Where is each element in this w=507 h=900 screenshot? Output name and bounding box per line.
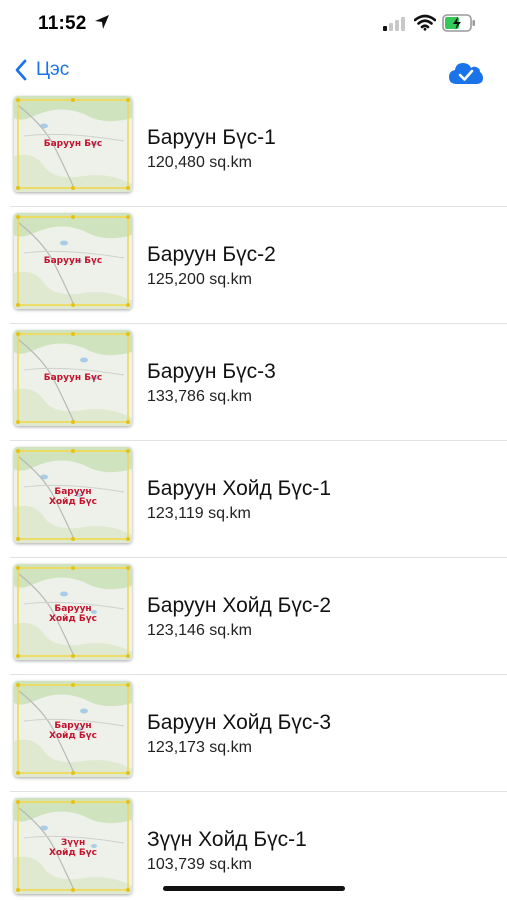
list-item[interactable]: Баруун Бүс Баруун Бүс-3 133,786 sq.km [10,324,507,441]
map-thumbnail: Баруун Бүс [14,96,132,192]
item-area: 123,119 sq.km [147,504,251,522]
item-area: 103,739 sq.km [147,856,252,873]
item-title: Зүүн Хойд Бүс-1 [147,828,307,851]
map-thumbnail: Баруун Хойд Бүс [14,447,132,543]
map-region-label: Баруун Бүс [43,256,103,266]
cellular-signal-icon [383,17,405,31]
map-thumbnail: Баруун Хойд Бүс [14,564,132,660]
status-time: 11:52 [38,13,87,34]
map-region-label: Баруун Бүс [43,139,103,149]
home-indicator [163,886,345,891]
list-item[interactable]: Зүүн Хойд Бүс Зүүн Хойд Бүс-1 103,739 sq.… [10,792,507,900]
map-thumbnail: Баруун Хойд Бүс [14,681,132,777]
list-item[interactable]: Баруун Хойд Бүс Баруун Хойд Бүс-1 123,119… [10,441,507,558]
battery-charging-icon [442,14,475,32]
list-item[interactable]: Баруун Хойд Бүс Баруун Хойд Бүс-2 123,146… [10,558,507,675]
item-title: Баруун Хойд Бүс-2 [147,593,332,617]
item-area: 123,173 sq.km [147,738,252,756]
list-item[interactable]: Баруун Хойд Бүс Баруун Хойд Бүс-3 123,173… [10,675,507,792]
list-item[interactable]: Баруун Бүс Баруун Бүс-2 125,200 sq.km [10,207,507,324]
navigation-bar: Цэс [0,50,507,90]
region-list: Баруун Бүс Баруун Бүс-1 120,480 sq.km Ба… [0,90,507,900]
list-item[interactable]: Баруун Бүс Баруун Бүс-1 120,480 sq.km [10,90,507,207]
map-region-label: Баруун Хойд Бүс [49,721,97,741]
map-region-label: Зүүн Хойд Бүс [49,838,97,858]
cloud-check-icon[interactable] [448,60,484,86]
location-arrow-icon [95,15,109,29]
chevron-left-icon [15,59,27,81]
item-title: Баруун Бүс-1 [147,125,276,149]
map-region-label: Баруун Хойд Бүс [49,487,97,507]
wifi-icon [414,14,436,31]
item-area: 123,146 sq.km [147,621,252,639]
item-area: 125,200 sq.km [147,270,252,288]
map-region-label: Баруун Хойд Бүс [49,604,97,624]
item-area: 120,480 sq.km [147,153,252,171]
map-thumbnail: Зүүн Хойд Бүс [14,798,132,894]
back-button-label: Цэс [36,59,70,80]
item-area: 133,786 sq.km [147,387,252,405]
map-region-label: Баруун Бүс [43,373,103,383]
status-bar: 11:52 [0,0,507,48]
map-thumbnail: Баруун Бүс [14,330,132,426]
item-title: Баруун Хойд Бүс-3 [147,710,332,734]
item-title: Баруун Бүс-3 [147,359,276,383]
map-thumbnail: Баруун Бүс [14,213,132,309]
item-title: Баруун Бүс-2 [147,242,276,266]
back-button[interactable]: Цэс [14,56,69,84]
item-title: Баруун Хойд Бүс-1 [147,476,332,500]
